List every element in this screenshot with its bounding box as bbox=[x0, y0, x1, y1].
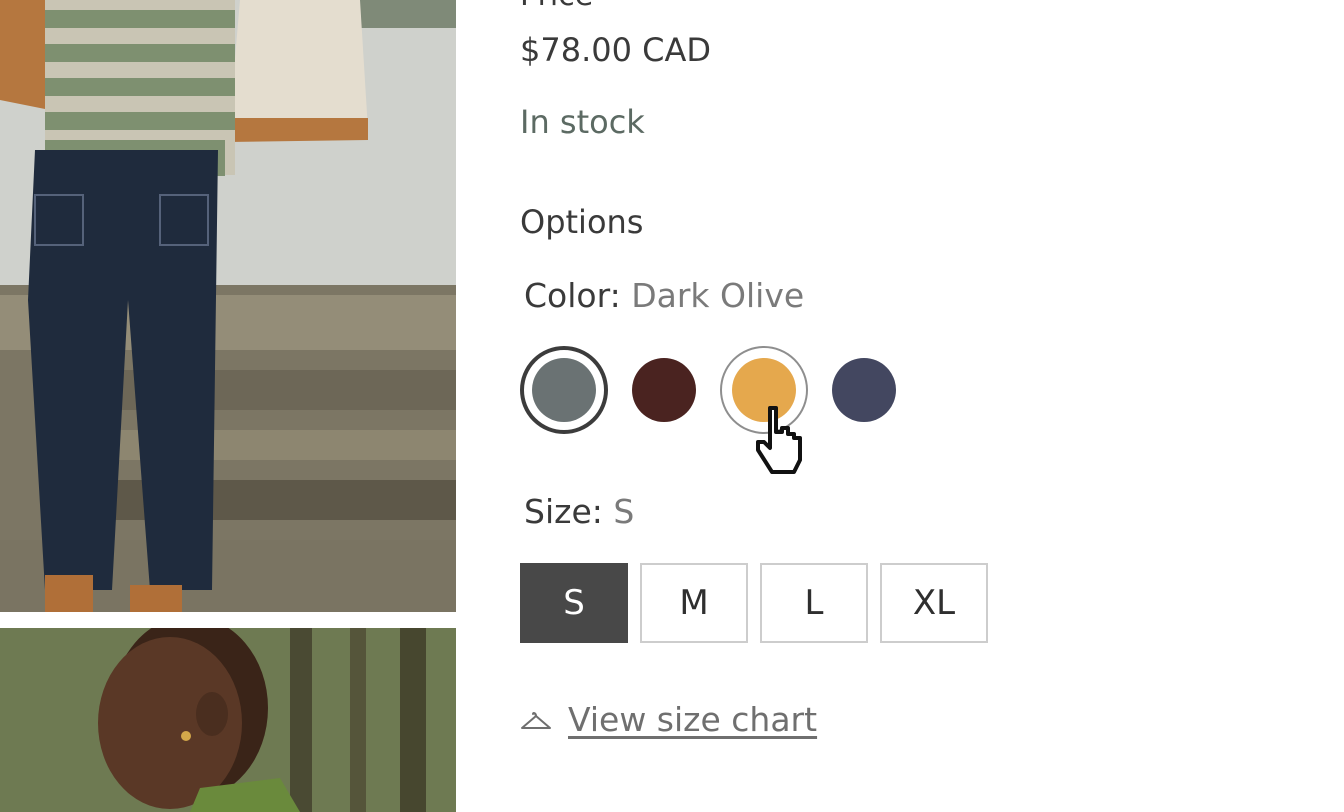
swatch-dot bbox=[732, 358, 796, 422]
swatch-dot bbox=[832, 358, 896, 422]
size-selector: S M L XL bbox=[520, 563, 1000, 643]
size-button-xl[interactable]: XL bbox=[880, 563, 988, 643]
size-value: S bbox=[613, 492, 635, 531]
color-swatch-4[interactable] bbox=[820, 346, 908, 434]
stock-status: In stock bbox=[520, 103, 645, 141]
options-heading: Options bbox=[520, 203, 644, 241]
product-photo-secondary-art bbox=[0, 628, 456, 812]
swatch-dot bbox=[632, 358, 696, 422]
size-label: Size: bbox=[524, 492, 603, 531]
size-button-m[interactable]: M bbox=[640, 563, 748, 643]
product-photo-secondary[interactable] bbox=[0, 628, 456, 812]
size-chart-label[interactable]: View size chart bbox=[568, 700, 817, 739]
color-option-row: Color: Dark Olive bbox=[524, 276, 804, 315]
product-photo-main[interactable] bbox=[0, 0, 456, 612]
price-heading: Price bbox=[520, 0, 593, 13]
size-option-row: Size: S bbox=[524, 492, 634, 531]
color-swatch-1[interactable] bbox=[520, 346, 608, 434]
size-chart-link[interactable]: View size chart bbox=[520, 700, 817, 739]
product-photo-main-art bbox=[0, 0, 456, 612]
price-value: $78.00 CAD bbox=[520, 31, 712, 69]
swatch-dot bbox=[532, 358, 596, 422]
color-value: Dark Olive bbox=[631, 276, 805, 315]
color-label: Color: bbox=[524, 276, 621, 315]
size-button-l[interactable]: L bbox=[760, 563, 868, 643]
size-button-s[interactable]: S bbox=[520, 563, 628, 643]
color-swatches bbox=[520, 346, 920, 436]
color-swatch-2[interactable] bbox=[620, 346, 708, 434]
color-swatch-3[interactable] bbox=[720, 346, 808, 434]
hanger-icon bbox=[521, 711, 551, 729]
